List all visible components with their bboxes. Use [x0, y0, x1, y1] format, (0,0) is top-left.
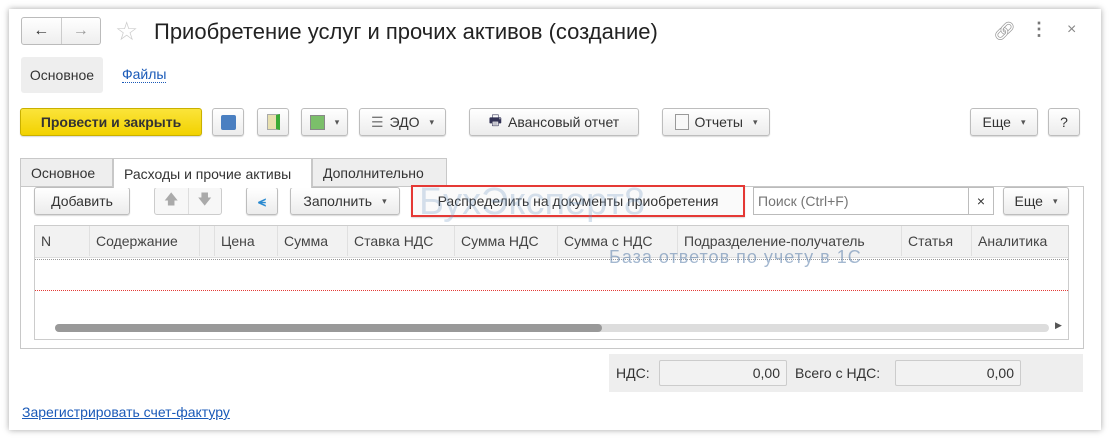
floppy-disk-icon: [220, 114, 236, 130]
back-button[interactable]: ←: [22, 18, 62, 44]
vat-label: НДС:: [616, 365, 650, 381]
column-blank[interactable]: [200, 226, 215, 256]
table-row-empty[interactable]: [35, 259, 1068, 291]
column-analytics[interactable]: Аналитика: [972, 226, 1068, 256]
page-title: Приобретение услуг и прочих активов (соз…: [154, 19, 658, 44]
edo-button[interactable]: ☰ ЭДО: [359, 108, 446, 136]
move-up-button[interactable]: 🡅: [155, 188, 189, 214]
total-with-vat-field: 0,00: [895, 360, 1021, 386]
move-down-button[interactable]: 🡇: [189, 188, 222, 214]
search-clear-button[interactable]: ×: [968, 187, 994, 215]
column-price[interactable]: Цена: [215, 226, 278, 256]
more-button[interactable]: Еще: [970, 108, 1038, 136]
totals-panel: НДС: 0,00 Всего с НДС: 0,00: [609, 354, 1083, 392]
vat-total-field: 0,00: [659, 360, 787, 386]
more-actions-icon[interactable]: ⋮: [1030, 19, 1048, 40]
create-based-on-button[interactable]: [301, 108, 348, 136]
nav-buttons: ← →: [21, 17, 101, 45]
distribute-button[interactable]: Распределить на документы приобретения: [411, 185, 745, 217]
tab-main[interactable]: Основное: [20, 158, 113, 186]
forward-button[interactable]: →: [62, 18, 101, 44]
table-more-button[interactable]: Еще: [1003, 187, 1069, 215]
column-item[interactable]: Статья: [902, 226, 972, 256]
reports-button[interactable]: Отчеты: [662, 108, 770, 136]
scroll-right-arrow[interactable]: ▶: [1055, 320, 1062, 331]
help-button[interactable]: ?: [1048, 108, 1080, 136]
expenses-table: N Содержание Цена Сумма Ставка НДС Сумма…: [34, 225, 1069, 340]
post-button[interactable]: [257, 108, 289, 136]
add-button[interactable]: Добавить: [34, 187, 130, 215]
nav-tab-files[interactable]: Файлы: [122, 66, 167, 83]
save-button[interactable]: [212, 108, 244, 136]
column-content[interactable]: Содержание: [90, 226, 200, 256]
tab-additional[interactable]: Дополнительно: [312, 158, 447, 186]
column-vat-sum[interactable]: Сумма НДС: [455, 226, 558, 256]
column-department[interactable]: Подразделение-получатель: [678, 226, 902, 256]
column-sum-with-vat[interactable]: Сумма с НДС: [558, 226, 678, 256]
link-icon[interactable]: 🔗︎: [993, 21, 1016, 42]
create-based-icon: [309, 114, 325, 130]
reports-label: Отчеты: [694, 114, 743, 130]
close-icon[interactable]: ×: [1067, 21, 1076, 39]
tab-expenses[interactable]: Расходы и прочие активы: [113, 158, 312, 188]
split-button[interactable]: ⪪: [246, 187, 278, 215]
edo-icon: ☰: [370, 113, 384, 130]
nav-tab-main[interactable]: Основное: [21, 57, 103, 93]
fill-label: Заполнить: [303, 193, 373, 209]
more-label: Еще: [982, 114, 1011, 130]
move-buttons: 🡅 🡇: [154, 187, 222, 215]
edo-label: ЭДО: [389, 114, 420, 130]
printer-icon: 🖶︎: [488, 112, 502, 128]
column-n[interactable]: N: [35, 226, 90, 256]
report-chart-icon: [674, 114, 689, 130]
advance-report-button[interactable]: 🖶︎ Авансовый отчет: [469, 108, 639, 136]
search-input[interactable]: [753, 187, 969, 215]
horizontal-scrollbar[interactable]: [55, 324, 1049, 332]
scrollbar-thumb[interactable]: [55, 324, 602, 332]
split-arrows-icon: ⪪: [258, 192, 266, 209]
table-header: N Содержание Цена Сумма Ставка НДС Сумма…: [35, 226, 1068, 258]
column-sum[interactable]: Сумма: [278, 226, 348, 256]
document-window: ← → ☆ Приобретение услуг и прочих активо…: [9, 9, 1101, 430]
post-document-icon: [266, 114, 280, 130]
register-invoice-link[interactable]: Зарегистрировать счет-фактуру: [22, 404, 230, 420]
total-with-vat-label: Всего с НДС:: [795, 365, 881, 381]
advance-report-label: Авансовый отчет: [508, 114, 620, 130]
column-vat-rate[interactable]: Ставка НДС: [348, 226, 455, 256]
table-more-label: Еще: [1014, 193, 1043, 209]
fill-button[interactable]: Заполнить: [290, 187, 400, 215]
favorite-star-icon[interactable]: ☆: [115, 16, 138, 47]
post-and-close-button[interactable]: Провести и закрыть: [20, 108, 202, 136]
